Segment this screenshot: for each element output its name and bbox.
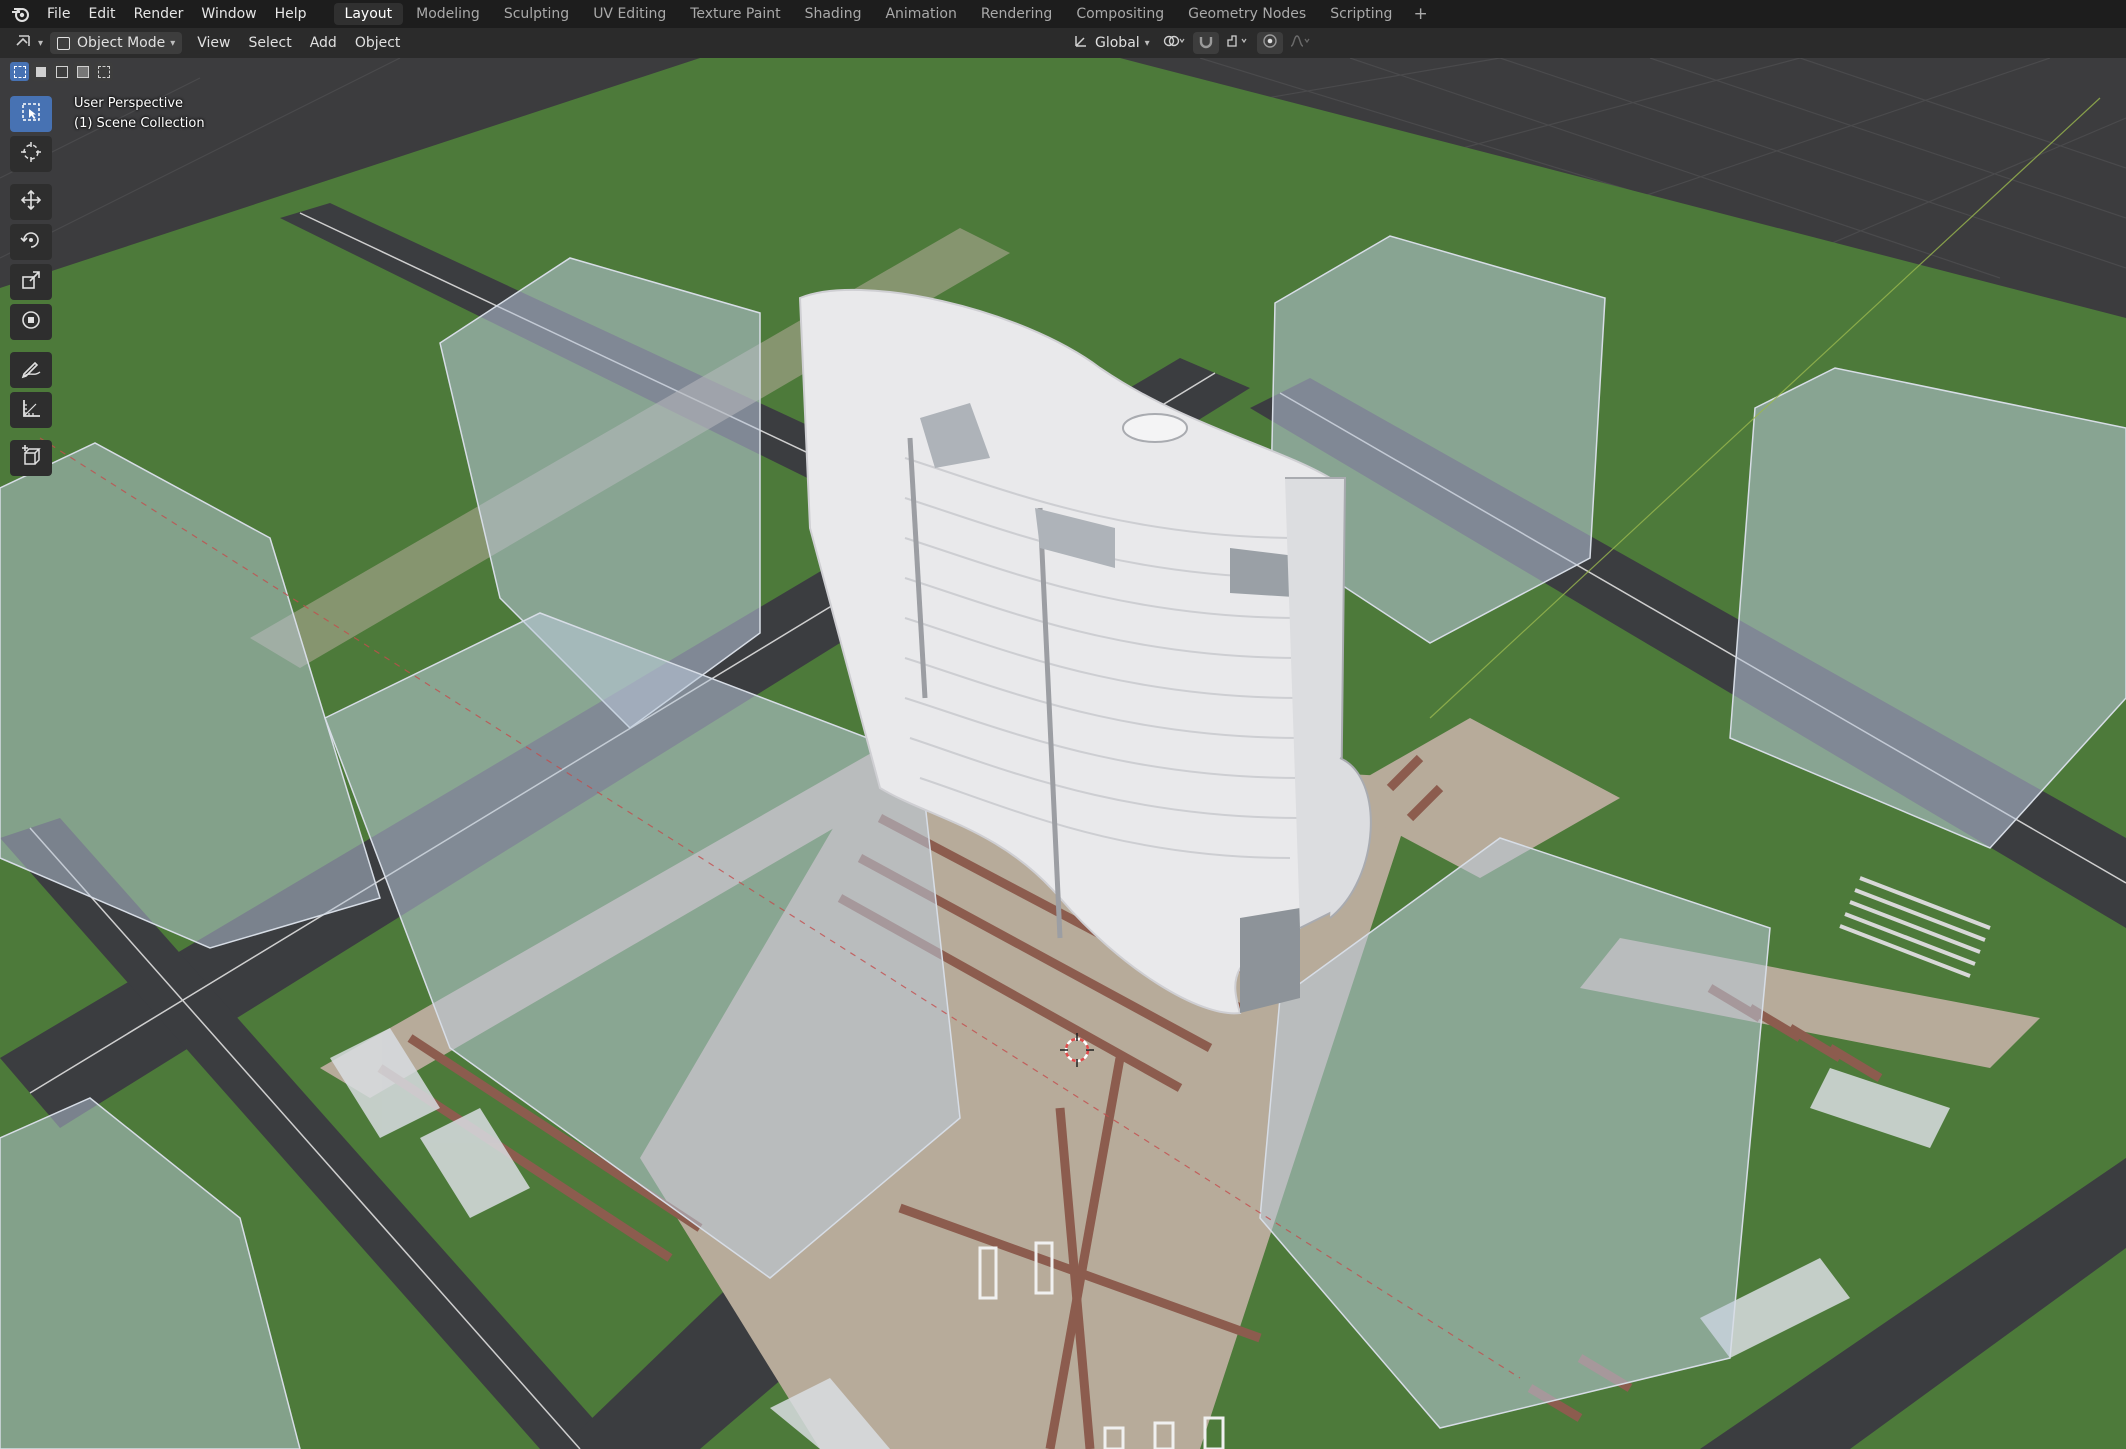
- snap-target-button[interactable]: [1221, 32, 1255, 54]
- tab-sculpting[interactable]: Sculpting: [493, 3, 580, 25]
- snap-increment-icon: [1226, 34, 1250, 52]
- tool-measure[interactable]: [10, 392, 52, 428]
- tool-move[interactable]: [10, 184, 52, 220]
- transform-icon: [20, 309, 42, 335]
- snap-toggle[interactable]: [1192, 32, 1219, 54]
- add-cube-icon: [20, 445, 42, 471]
- menu-file[interactable]: File: [38, 0, 79, 28]
- proportional-editing-toggle[interactable]: [1256, 32, 1283, 54]
- select-box-icon: [20, 101, 42, 127]
- chevron-down-icon: ▾: [38, 37, 44, 49]
- menu-edit[interactable]: Edit: [79, 0, 124, 28]
- menu-render[interactable]: Render: [125, 0, 193, 28]
- add-workspace-button[interactable]: +: [1405, 4, 1435, 24]
- proportional-edit-icon: [1262, 33, 1278, 53]
- menu-help[interactable]: Help: [266, 0, 316, 28]
- pivot-point-button[interactable]: [1157, 32, 1191, 54]
- falloff-curve-icon: [1289, 34, 1311, 52]
- menu-view[interactable]: View: [188, 35, 239, 51]
- blender-logo-icon[interactable]: [8, 3, 34, 25]
- chevron-down-icon: ▾: [1144, 37, 1150, 49]
- orientation-axes-icon: [1073, 33, 1089, 53]
- tool-annotate[interactable]: [10, 352, 52, 388]
- menu-select[interactable]: Select: [240, 35, 301, 51]
- mode-label: Object Mode: [77, 35, 166, 51]
- proportional-falloff-button[interactable]: [1285, 32, 1315, 54]
- measure-ruler-icon: [20, 397, 42, 423]
- tool-separator: [10, 176, 52, 184]
- select-extend-mode-button[interactable]: [31, 62, 50, 81]
- object-mode-icon: [57, 36, 71, 50]
- menu-object[interactable]: Object: [346, 35, 410, 51]
- select-subtract-mode-button[interactable]: [52, 62, 71, 81]
- pivot-icon: [1162, 34, 1186, 52]
- tab-scripting[interactable]: Scripting: [1319, 3, 1403, 25]
- editor-type-button[interactable]: ▾: [8, 32, 50, 54]
- tab-geometry-nodes[interactable]: Geometry Nodes: [1177, 3, 1317, 25]
- select-new-mode-button[interactable]: [10, 62, 29, 81]
- select-new-icon: [13, 65, 26, 78]
- scene-render: [0, 58, 2126, 1449]
- tool-separator: [10, 432, 52, 440]
- select-invert-icon: [76, 65, 89, 78]
- select-intersect-icon: [97, 65, 110, 78]
- select-extend-icon: [35, 66, 46, 77]
- tab-compositing[interactable]: Compositing: [1065, 3, 1175, 25]
- tab-layout[interactable]: Layout: [333, 3, 404, 25]
- select-subtract-icon: [55, 65, 68, 78]
- top-bar: File Edit Render Window Help Layout Mode…: [0, 0, 2126, 28]
- scale-icon: [20, 269, 42, 295]
- tool-add-cube[interactable]: [10, 440, 52, 476]
- header-right-controls: Global ▾: [1066, 32, 1317, 54]
- annotate-pencil-icon: [20, 357, 42, 383]
- select-mode-buttons: [10, 62, 115, 81]
- select-intersect-mode-button[interactable]: [94, 62, 113, 81]
- tool-transform[interactable]: [10, 304, 52, 340]
- chevron-down-icon: ▾: [170, 37, 176, 49]
- tool-cursor[interactable]: [10, 136, 52, 172]
- orientation-label: Global: [1095, 35, 1140, 51]
- tool-select-box[interactable]: [10, 96, 52, 132]
- select-invert-mode-button[interactable]: [73, 62, 92, 81]
- 3d-viewport[interactable]: User Perspective (1) Scene Collection: [0, 58, 2126, 1449]
- tool-rotate[interactable]: [10, 224, 52, 260]
- viewport-header: ▾ Object Mode ▾ View Select Add Object G…: [0, 28, 2126, 58]
- tab-texture-paint[interactable]: Texture Paint: [679, 3, 791, 25]
- tab-animation[interactable]: Animation: [874, 3, 967, 25]
- tool-shelf: [10, 96, 52, 480]
- transform-orientation-selector[interactable]: Global ▾: [1066, 32, 1157, 54]
- tab-rendering[interactable]: Rendering: [970, 3, 1064, 25]
- menu-window[interactable]: Window: [192, 0, 265, 28]
- mode-selector[interactable]: Object Mode ▾: [50, 32, 183, 54]
- editor-type-icon: [15, 33, 33, 53]
- view-perspective-label: User Perspective: [74, 96, 184, 111]
- tab-modeling[interactable]: Modeling: [405, 3, 491, 25]
- tool-scale[interactable]: [10, 264, 52, 300]
- move-icon: [20, 189, 42, 215]
- tool-separator: [10, 344, 52, 352]
- tab-uv-editing[interactable]: UV Editing: [582, 3, 677, 25]
- rotate-icon: [20, 229, 42, 255]
- menu-add[interactable]: Add: [301, 35, 346, 51]
- workspace-tabs: Layout Modeling Sculpting UV Editing Tex…: [333, 0, 1436, 28]
- scene-collection-label: (1) Scene Collection: [74, 116, 205, 131]
- magnet-icon: [1198, 33, 1214, 53]
- tab-shading[interactable]: Shading: [794, 3, 873, 25]
- cursor-icon: [20, 141, 42, 167]
